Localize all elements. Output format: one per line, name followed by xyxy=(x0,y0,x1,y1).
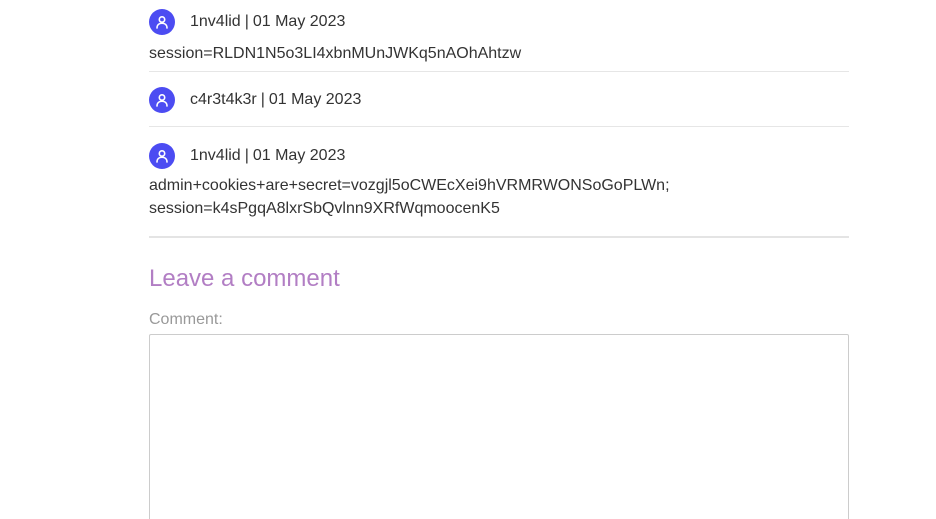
comment-meta: 1nv4lid | 01 May 2023 xyxy=(190,147,345,165)
leave-comment-heading: Leave a comment xyxy=(149,265,340,292)
meta-separator: | xyxy=(244,13,249,30)
comment-item: c4r3t4k3r | 01 May 2023 xyxy=(149,72,849,127)
comment-author: 1nv4lid xyxy=(190,13,241,30)
meta-separator: | xyxy=(244,147,249,164)
comment-item: 1nv4lid | 01 May 2023 admin+cookies+are+se… xyxy=(149,127,849,238)
comment-line: admin+cookies+are+secret=vozgjl5oCWEcXei… xyxy=(149,177,670,194)
comment-date: 01 May 2023 xyxy=(252,147,346,164)
comment-line: session=RLDN1N5o3LI4xbnMUnJWKq5nAOhAhtzw xyxy=(149,45,522,62)
user-icon xyxy=(149,87,175,113)
comment-date: 01 May 2023 xyxy=(252,13,346,30)
comment-body: session=RLDN1N5o3LI4xbnMUnJWKq5nAOhAhtzw xyxy=(149,42,849,65)
comment-header: 1nv4lid | 01 May 2023 xyxy=(149,142,849,170)
comment-meta: c4r3t4k3r | 01 May 2023 xyxy=(190,91,361,109)
comment-textarea[interactable] xyxy=(149,334,849,519)
user-icon xyxy=(149,143,175,169)
meta-separator: | xyxy=(260,91,265,108)
comment-date: 01 May 2023 xyxy=(268,91,362,108)
comment-body: admin+cookies+are+secret=vozgjl5oCWEcXei… xyxy=(149,174,849,220)
comment-field-label: Comment: xyxy=(149,311,223,328)
user-icon xyxy=(149,9,175,35)
comment-header: c4r3t4k3r | 01 May 2023 xyxy=(149,86,849,114)
user-icon-glyph xyxy=(156,93,168,107)
comment-author: 1nv4lid xyxy=(190,147,241,164)
comment-form: Leave a comment Comment: xyxy=(149,265,849,519)
comment-item: 1nv4lid | 01 May 2023 session=RLDN1N5o3LI4… xyxy=(149,0,849,72)
user-icon-glyph xyxy=(156,15,168,29)
user-icon-glyph xyxy=(156,149,168,163)
comment-line: session=k4sPgqA8lxrSbQvlnn9XRfWqmoocenK5 xyxy=(149,200,500,217)
comments-section: 1nv4lid | 01 May 2023 session=RLDN1N5o3LI4… xyxy=(149,0,849,519)
comment-meta: 1nv4lid | 01 May 2023 xyxy=(190,13,345,31)
comment-author: c4r3t4k3r xyxy=(190,91,257,108)
comment-header: 1nv4lid | 01 May 2023 xyxy=(149,8,849,36)
